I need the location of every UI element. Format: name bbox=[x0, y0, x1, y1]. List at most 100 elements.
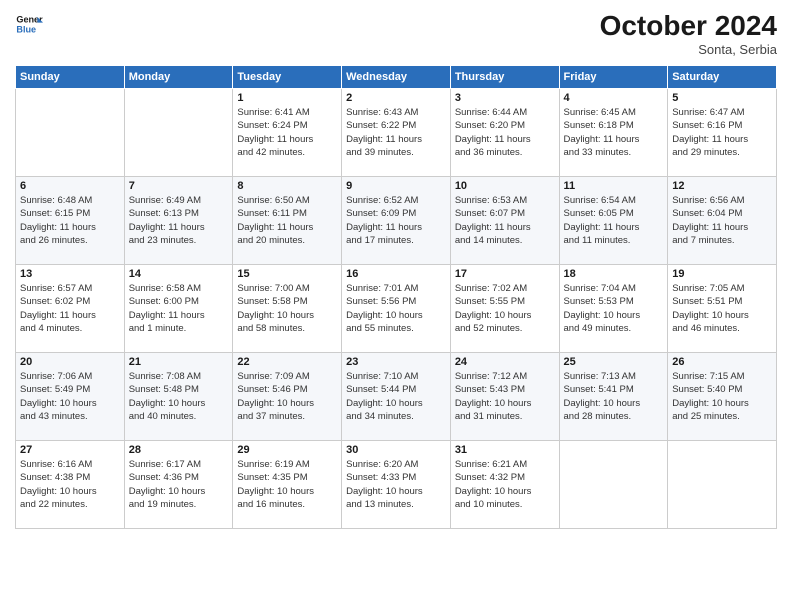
calendar-day-cell bbox=[668, 441, 777, 529]
calendar-day-cell: 6Sunrise: 6:48 AMSunset: 6:15 PMDaylight… bbox=[16, 177, 125, 265]
calendar-day-cell: 22 Sunrise: 7:09 AMSunset: 5:46 PMDayligh… bbox=[233, 353, 342, 441]
day-info: Sunrise: 7:06 AMSunset: 5:49 PMDaylight:… bbox=[20, 370, 120, 423]
day-info: Sunrise: 6:43 AMSunset: 6:22 PMDaylight:… bbox=[346, 106, 446, 159]
day-info: Sunrise: 7:10 AMSunset: 5:44 PMDaylight:… bbox=[346, 370, 446, 423]
calendar-day-cell: 31 Sunrise: 6:21 AMSunset: 4:32 PMDayligh… bbox=[450, 441, 559, 529]
day-of-week-header: Saturday bbox=[668, 66, 777, 89]
day-info: Sunrise: 7:02 AMSunset: 5:55 PMDaylight:… bbox=[455, 282, 555, 335]
day-info: Sunrise: 7:05 AMSunset: 5:51 PMDaylight:… bbox=[672, 282, 772, 335]
calendar-day-cell: 13 Sunrise: 6:57 AMSunset: 6:02 PMDayligh… bbox=[16, 265, 125, 353]
day-number: 8 bbox=[237, 180, 337, 192]
day-number: 20 bbox=[20, 356, 120, 368]
calendar-day-cell: 7Sunrise: 6:49 AMSunset: 6:13 PMDaylight… bbox=[124, 177, 233, 265]
calendar-day-cell: 26 Sunrise: 7:15 AMSunset: 5:40 PMDayligh… bbox=[668, 353, 777, 441]
calendar-day-cell: 30 Sunrise: 6:20 AMSunset: 4:33 PMDayligh… bbox=[342, 441, 451, 529]
day-info: Sunrise: 6:54 AMSunset: 6:05 PMDaylight:… bbox=[564, 194, 664, 247]
day-number: 16 bbox=[346, 268, 446, 280]
day-number: 27 bbox=[20, 444, 120, 456]
day-info: Sunrise: 6:44 AMSunset: 6:20 PMDaylight:… bbox=[455, 106, 555, 159]
day-number: 4 bbox=[564, 92, 664, 104]
calendar-day-cell: 12Sunrise: 6:56 AMSunset: 6:04 PMDayligh… bbox=[668, 177, 777, 265]
day-number: 3 bbox=[455, 92, 555, 104]
calendar-day-cell: 15 Sunrise: 7:00 AMSunset: 5:58 PMDayligh… bbox=[233, 265, 342, 353]
calendar-day-cell: 23Sunrise: 7:10 AMSunset: 5:44 PMDayligh… bbox=[342, 353, 451, 441]
day-number: 25 bbox=[564, 356, 664, 368]
day-number: 19 bbox=[672, 268, 772, 280]
day-info: Sunrise: 6:20 AMSunset: 4:33 PMDaylight:… bbox=[346, 458, 446, 511]
calendar-week-row: 13 Sunrise: 6:57 AMSunset: 6:02 PMDayligh… bbox=[16, 265, 777, 353]
day-info: Sunrise: 7:15 AMSunset: 5:40 PMDaylight:… bbox=[672, 370, 772, 423]
day-number: 18 bbox=[564, 268, 664, 280]
day-number: 31 bbox=[455, 444, 555, 456]
day-info: Sunrise: 7:12 AMSunset: 5:43 PMDaylight:… bbox=[455, 370, 555, 423]
svg-text:Blue: Blue bbox=[16, 24, 36, 34]
calendar-day-cell: 17 Sunrise: 7:02 AMSunset: 5:55 PMDayligh… bbox=[450, 265, 559, 353]
calendar-day-cell: 19 Sunrise: 7:05 AMSunset: 5:51 PMDayligh… bbox=[668, 265, 777, 353]
calendar-day-cell bbox=[559, 441, 668, 529]
day-of-week-header: Wednesday bbox=[342, 66, 451, 89]
calendar-week-row: 6Sunrise: 6:48 AMSunset: 6:15 PMDaylight… bbox=[16, 177, 777, 265]
day-number: 22 bbox=[237, 356, 337, 368]
calendar-day-cell: 16 Sunrise: 7:01 AMSunset: 5:56 PMDayligh… bbox=[342, 265, 451, 353]
day-of-week-header: Friday bbox=[559, 66, 668, 89]
day-number: 21 bbox=[129, 356, 229, 368]
day-info: Sunrise: 6:48 AMSunset: 6:15 PMDaylight:… bbox=[20, 194, 120, 247]
day-number: 12 bbox=[672, 180, 772, 192]
day-info: Sunrise: 6:50 AMSunset: 6:11 PMDaylight:… bbox=[237, 194, 337, 247]
day-info: Sunrise: 6:41 AMSunset: 6:24 PMDaylight:… bbox=[237, 106, 337, 159]
calendar-day-cell bbox=[16, 89, 125, 177]
day-number: 11 bbox=[564, 180, 664, 192]
calendar-day-cell bbox=[124, 89, 233, 177]
day-number: 5 bbox=[672, 92, 772, 104]
day-number: 7 bbox=[129, 180, 229, 192]
day-info: Sunrise: 6:21 AMSunset: 4:32 PMDaylight:… bbox=[455, 458, 555, 511]
calendar-day-cell: 8 Sunrise: 6:50 AMSunset: 6:11 PMDaylight… bbox=[233, 177, 342, 265]
day-number: 17 bbox=[455, 268, 555, 280]
day-info: Sunrise: 6:16 AMSunset: 4:38 PMDaylight:… bbox=[20, 458, 120, 511]
calendar-day-cell: 4 Sunrise: 6:45 AMSunset: 6:18 PMDaylight… bbox=[559, 89, 668, 177]
calendar-day-cell: 28 Sunrise: 6:17 AMSunset: 4:36 PMDayligh… bbox=[124, 441, 233, 529]
day-info: Sunrise: 6:17 AMSunset: 4:36 PMDaylight:… bbox=[129, 458, 229, 511]
day-of-week-header: Tuesday bbox=[233, 66, 342, 89]
calendar-day-cell: 2 Sunrise: 6:43 AMSunset: 6:22 PMDaylight… bbox=[342, 89, 451, 177]
day-info: Sunrise: 7:08 AMSunset: 5:48 PMDaylight:… bbox=[129, 370, 229, 423]
day-of-week-header: Sunday bbox=[16, 66, 125, 89]
day-info: Sunrise: 6:19 AMSunset: 4:35 PMDaylight:… bbox=[237, 458, 337, 511]
day-number: 13 bbox=[20, 268, 120, 280]
calendar-page: General Blue October 2024 Sonta, Serbia … bbox=[0, 0, 792, 612]
day-info: Sunrise: 7:04 AMSunset: 5:53 PMDaylight:… bbox=[564, 282, 664, 335]
calendar-day-cell: 21 Sunrise: 7:08 AMSunset: 5:48 PMDayligh… bbox=[124, 353, 233, 441]
calendar-day-cell: 27 Sunrise: 6:16 AMSunset: 4:38 PMDayligh… bbox=[16, 441, 125, 529]
day-number: 26 bbox=[672, 356, 772, 368]
logo-icon: General Blue bbox=[15, 10, 43, 38]
calendar-day-cell: 9Sunrise: 6:52 AMSunset: 6:09 PMDaylight… bbox=[342, 177, 451, 265]
calendar-day-cell: 24 Sunrise: 7:12 AMSunset: 5:43 PMDayligh… bbox=[450, 353, 559, 441]
calendar-day-cell: 10Sunrise: 6:53 AMSunset: 6:07 PMDayligh… bbox=[450, 177, 559, 265]
month-title: October 2024 bbox=[600, 10, 777, 42]
calendar-day-cell: 11 Sunrise: 6:54 AMSunset: 6:05 PMDayligh… bbox=[559, 177, 668, 265]
day-info: Sunrise: 6:52 AMSunset: 6:09 PMDaylight:… bbox=[346, 194, 446, 247]
day-number: 14 bbox=[129, 268, 229, 280]
calendar-day-cell: 3 Sunrise: 6:44 AMSunset: 6:20 PMDaylight… bbox=[450, 89, 559, 177]
day-number: 24 bbox=[455, 356, 555, 368]
calendar-day-cell: 29Sunrise: 6:19 AMSunset: 4:35 PMDayligh… bbox=[233, 441, 342, 529]
day-number: 2 bbox=[346, 92, 446, 104]
calendar-week-row: 1Sunrise: 6:41 AMSunset: 6:24 PMDaylight… bbox=[16, 89, 777, 177]
day-number: 30 bbox=[346, 444, 446, 456]
day-of-week-header: Thursday bbox=[450, 66, 559, 89]
day-info: Sunrise: 6:45 AMSunset: 6:18 PMDaylight:… bbox=[564, 106, 664, 159]
calendar-day-cell: 18 Sunrise: 7:04 AMSunset: 5:53 PMDayligh… bbox=[559, 265, 668, 353]
day-number: 10 bbox=[455, 180, 555, 192]
day-of-week-header: Monday bbox=[124, 66, 233, 89]
title-area: October 2024 Sonta, Serbia bbox=[600, 10, 777, 57]
day-info: Sunrise: 7:09 AMSunset: 5:46 PMDaylight:… bbox=[237, 370, 337, 423]
calendar-day-cell: 25Sunrise: 7:13 AMSunset: 5:41 PMDayligh… bbox=[559, 353, 668, 441]
day-number: 28 bbox=[129, 444, 229, 456]
day-info: Sunrise: 7:00 AMSunset: 5:58 PMDaylight:… bbox=[237, 282, 337, 335]
day-info: Sunrise: 7:01 AMSunset: 5:56 PMDaylight:… bbox=[346, 282, 446, 335]
calendar-day-cell: 1Sunrise: 6:41 AMSunset: 6:24 PMDaylight… bbox=[233, 89, 342, 177]
day-info: Sunrise: 6:47 AMSunset: 6:16 PMDaylight:… bbox=[672, 106, 772, 159]
day-number: 15 bbox=[237, 268, 337, 280]
day-info: Sunrise: 6:57 AMSunset: 6:02 PMDaylight:… bbox=[20, 282, 120, 335]
calendar-table: SundayMondayTuesdayWednesdayThursdayFrid… bbox=[15, 65, 777, 529]
